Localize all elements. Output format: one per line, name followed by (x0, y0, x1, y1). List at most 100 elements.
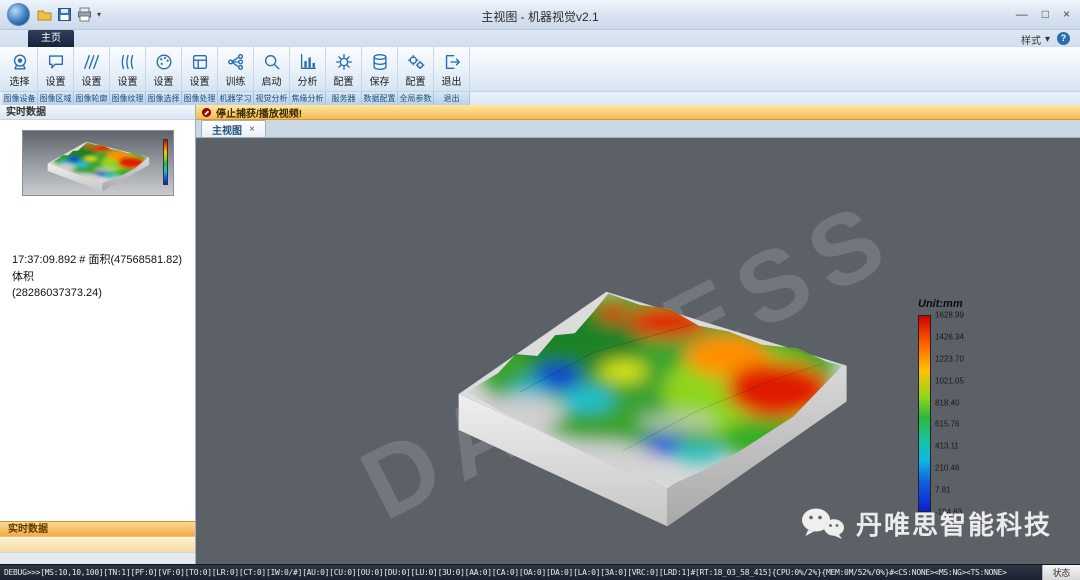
live-data-line2: (28286037373.24) (12, 287, 102, 299)
ribbon-group-caption: 视觉分析 (254, 92, 290, 105)
title-bar[interactable]: ▾ 主视图 - 机器视觉v2.1 — □ × (0, 0, 1080, 30)
bottom-panel-footer (0, 552, 195, 564)
live-data-line1: 17:37:09.892 # 面积(47568581.82) 体积 (12, 254, 183, 283)
colorbar-tick-label: 7.81 (935, 485, 951, 495)
ribbon-group: 选择 (2, 47, 38, 92)
ribbon-group: 设置 (110, 47, 146, 92)
left-panel: 实时数据 17:37:09.892 # 面积(47568581.82) 体积 (… (0, 105, 196, 564)
brand: 丹唯思智能科技 (800, 505, 1052, 542)
tab-home[interactable]: 主页 (28, 30, 74, 47)
network-icon (227, 53, 243, 70)
ribbon-group-caption: 服务器 (326, 92, 362, 105)
close-icon[interactable]: × (249, 124, 255, 135)
ribbon-group-caption: 图像处理 (182, 92, 218, 105)
ribbon-button-database[interactable]: 保存 (363, 52, 397, 88)
ribbon-button-exit[interactable]: 退出 (435, 52, 469, 88)
ribbon-button-launch[interactable]: 启动 (255, 52, 289, 88)
status-text: DEBUG>>>[MS:10,10,100][TN:1][PF:0][VF:0]… (4, 568, 1007, 577)
ribbon-group-caption: 图像选择 (146, 92, 182, 105)
colorbar-tick-label: 1628.99 (935, 310, 964, 320)
ribbon-button-waves[interactable]: 设置 (111, 52, 145, 88)
thumbnail-colorbar (162, 139, 168, 185)
ribbon-group-caption: 图像设备 (2, 92, 38, 105)
live-thumbnail[interactable] (21, 130, 174, 196)
status-bar: DEBUG>>>[MS:10,10,100][TN:1][PF:0][VF:0]… (0, 564, 1080, 580)
ribbon-button-label: 配置 (405, 76, 426, 88)
ribbon-group-caption: 焦缘分析 (290, 92, 326, 105)
exit-icon (445, 54, 460, 69)
document-tab-strip: 主视图 × (196, 120, 1080, 138)
colorbar-ticks: 1628.99 1426.34 1223.70 1021.05 818.40 615.76… (935, 311, 987, 517)
colorbar-tick-label: 210.46 (935, 463, 960, 473)
ribbon-button-gears[interactable]: 配置 (399, 52, 433, 88)
colorbar: Unit:mm 1628.99 1426.34 1223.70 1021.05 818.… (918, 298, 990, 517)
bottom-panel-strip (0, 536, 195, 552)
palette-icon (156, 54, 171, 69)
style-menu[interactable]: 样式 ▾ (1021, 32, 1050, 47)
left-panel-spacer (0, 302, 195, 522)
stop-icon (202, 107, 211, 117)
maximize-button[interactable]: □ (1042, 6, 1049, 22)
ribbon-group: 分析 (290, 47, 326, 92)
ribbon-button-network[interactable]: 训练 (219, 52, 253, 88)
bubble-icon (48, 54, 63, 69)
ribbon-group-caption: 全局参数 (398, 92, 434, 105)
tab-main-view[interactable]: 主视图 × (201, 120, 266, 137)
ribbon-group-caption: 退出 (434, 92, 470, 105)
ribbon-group-caption: 图像区域 (38, 92, 74, 105)
launch-icon (264, 54, 279, 69)
alert-text: 停止捕获/播放视频! (216, 108, 303, 120)
ribbon-button-process[interactable]: 设置 (183, 52, 217, 88)
live-data-text: 17:37:09.892 # 面积(47568581.82) 体积 (28286… (0, 252, 195, 302)
database-icon (372, 53, 387, 70)
minimize-button[interactable]: — (1016, 6, 1028, 22)
ribbon-button-label: 设置 (117, 76, 138, 88)
ribbon-button-label: 选择 (9, 76, 30, 88)
gear-icon (335, 53, 352, 70)
ribbon-button-chart[interactable]: 分析 (291, 52, 325, 88)
surface-plot-3d[interactable] (372, 250, 884, 534)
ribbon-group: 设置 (182, 47, 218, 92)
close-button[interactable]: × (1063, 6, 1070, 22)
colorbar-tick-label: 818.40 (935, 398, 960, 408)
window-controls: — □ × (1016, 6, 1070, 22)
colorbar-title: Unit:mm (918, 298, 963, 310)
viewport[interactable]: DANVESS Unit:mm 1628.991426.341223.70102… (196, 138, 1080, 564)
ribbon-group: 设置 (146, 47, 182, 92)
ribbon-button-webcam[interactable]: 选择 (3, 52, 37, 88)
colorbar-tick-label: 413.11 (935, 441, 959, 451)
ribbon-button-palette[interactable]: 设置 (147, 52, 181, 88)
ribbon-groups: 选择 设置 设置 设置 设置 设置 训练 启动 分析 配置 保存 配置 退出 (0, 47, 1080, 92)
ribbon-button-label: 配置 (333, 76, 354, 88)
ribbon-group: 设置 (38, 47, 74, 92)
brand-text: 丹唯思智能科技 (855, 510, 1052, 540)
window-title: 主视图 - 机器视觉v2.1 (481, 10, 599, 24)
ribbon-group: 训练 (218, 47, 254, 92)
colorbar-tick-label: 615.76 (935, 419, 960, 429)
thumbnail-surface-plot (25, 133, 159, 193)
waves-icon (121, 54, 133, 69)
ribbon-button-label: 设置 (189, 76, 210, 88)
colorbar-tick-label: 1223.70 (935, 354, 964, 364)
ribbon-button-label: 启动 (261, 76, 282, 88)
ribbon-button-label: 设置 (81, 76, 102, 88)
alert-bar: 停止捕获/播放视频! (196, 105, 1080, 120)
ribbon-button-label: 设置 (45, 76, 66, 88)
ribbon-group: 启动 (254, 47, 290, 92)
ribbon-group-caption: 机器学习 (218, 92, 254, 105)
ribbon-button-gear[interactable]: 配置 (327, 52, 361, 88)
ribbon-button-slashes[interactable]: 设置 (75, 52, 109, 88)
ribbon-button-bubble[interactable]: 设置 (39, 52, 73, 88)
ribbon-group: 配置 (398, 47, 434, 92)
bottom-panel-tab[interactable]: 实时数据 (0, 521, 195, 536)
colorbar-gradient (918, 315, 931, 512)
ribbon-tab-row: 主页 样式 ▾ ? (0, 30, 1080, 47)
tab-main-view-label: 主视图 (212, 125, 242, 137)
ribbon-group-caption: 图像纹理 (110, 92, 146, 105)
help-icon[interactable]: ? (1057, 32, 1070, 45)
left-panel-header: 实时数据 (0, 105, 195, 120)
chevron-down-icon: ▾ (1044, 34, 1050, 45)
status-right-label: 状态 (1041, 565, 1080, 580)
ribbon-group: 保存 (362, 47, 398, 92)
colorbar-tick-label: 1021.05 (935, 376, 964, 386)
